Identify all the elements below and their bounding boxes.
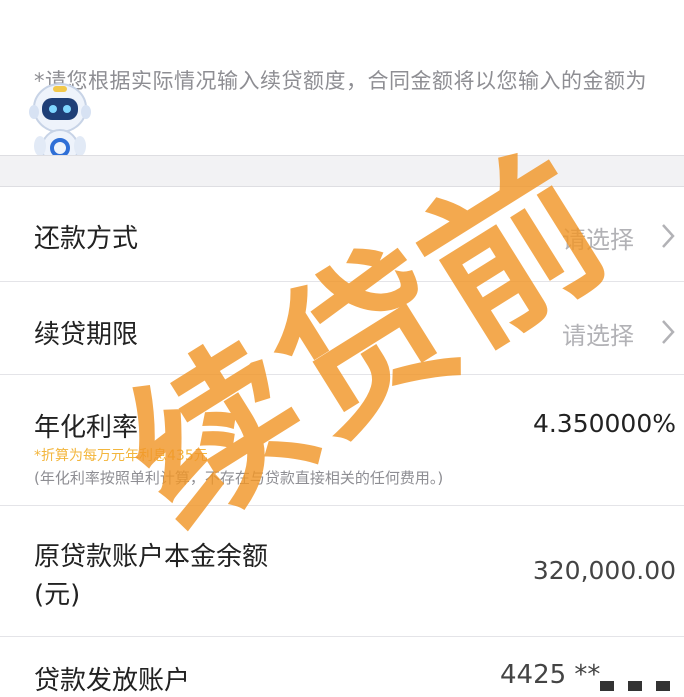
section-separator [0,155,684,187]
term-row[interactable]: 续贷期限 请选择 [0,282,684,374]
divider [0,636,684,637]
principal-value: 320,000.00 [532,556,676,585]
principal-row: 原贷款账户本金余额 (元) 320,000.00 [0,506,684,636]
repay-method-label: 还款方式 [34,224,139,254]
account-label: 贷款发放账户 [34,666,191,696]
chevron-right-icon [660,318,676,350]
rate-value: 4.350000% [532,409,676,438]
repay-method-value: 请选择 [562,226,634,254]
chevron-right-icon [660,222,676,254]
notice-text: *请您根据实际情况输入续贷额度，合同金额将以您输入的金额为准。 [34,69,647,123]
rate-note: *折算为每万元年利息435元 [34,448,208,464]
repay-method-row[interactable]: 还款方式 请选择 [0,186,684,282]
principal-label: 原贷款账户本金余额 [34,542,269,572]
term-value: 请选择 [562,322,634,350]
principal-unit-label: (元) [34,580,81,610]
rate-label: 年化利率 [34,413,139,443]
rate-disclaimer: (年化利率按照单利计算，不存在与贷款直接相关的任何费用。) [34,469,444,487]
rate-row: 年化利率 4.350000% *折算为每万元年利息435元 (年化利率按照单利计… [0,375,684,505]
term-label: 续贷期限 [34,320,139,350]
